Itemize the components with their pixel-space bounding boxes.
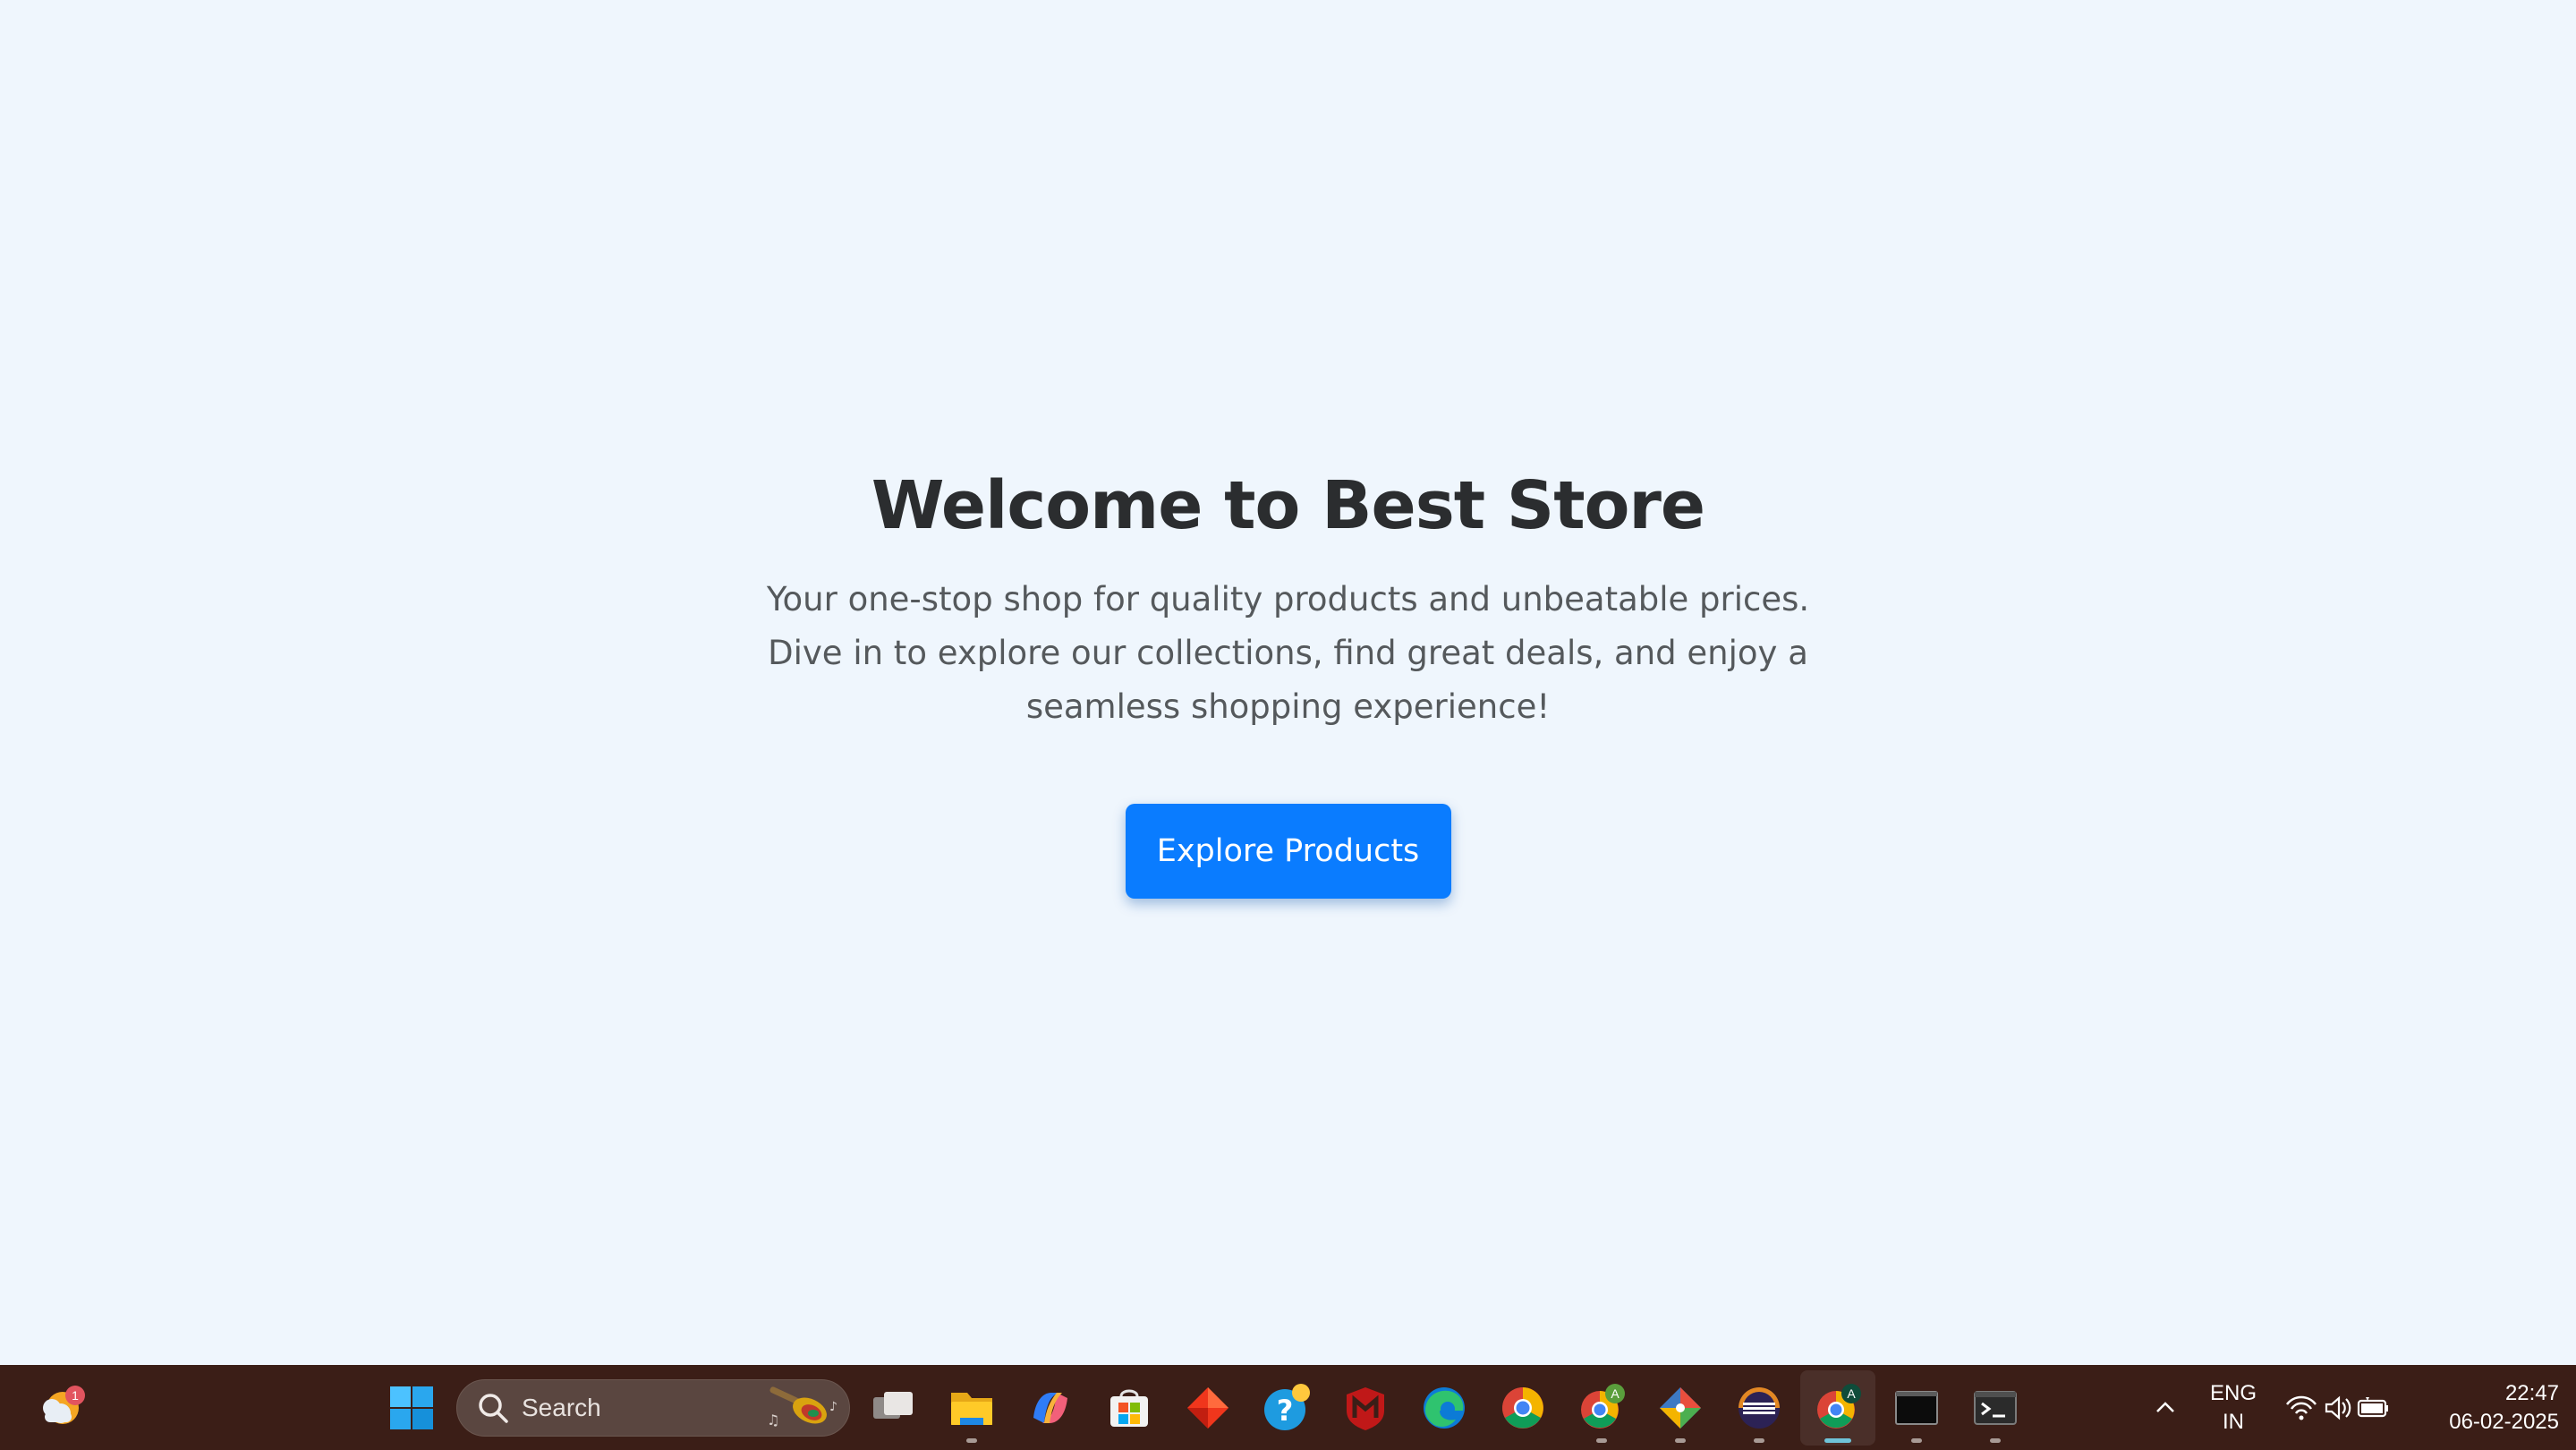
hero-description-line-3: seamless shopping experience!: [1025, 687, 1551, 726]
language-indicator[interactable]: ENG IN: [2203, 1365, 2264, 1450]
running-indicator: [1675, 1438, 1686, 1443]
command-prompt-icon: [1895, 1391, 1938, 1425]
profile-badge-letter: A: [1847, 1386, 1856, 1401]
git-button[interactable]: [1643, 1370, 1718, 1446]
clock-date: 06-02-2025: [2449, 1409, 2559, 1434]
clock-time: 22:47: [2504, 1380, 2559, 1405]
quick-settings-icons: [2286, 1395, 2388, 1420]
explore-products-button[interactable]: Explore Products: [1125, 804, 1451, 899]
hero-description-line-1: Your one-stop shop for quality products …: [766, 580, 1810, 618]
chrome-active-window-button[interactable]: A: [1800, 1370, 1875, 1446]
search-highlight-guitar-icon: ♫ ♪: [767, 1386, 837, 1429]
task-view-button[interactable]: [855, 1370, 931, 1446]
region-code: IN: [2223, 1409, 2244, 1434]
file-explorer-icon: [951, 1393, 992, 1425]
search-placeholder: Search: [522, 1394, 601, 1421]
weather-badge-count: 1: [72, 1388, 79, 1403]
copilot-button[interactable]: [1013, 1370, 1088, 1446]
clock[interactable]: 22:47 06-02-2025: [2416, 1365, 2559, 1450]
copilot-icon: [1033, 1393, 1067, 1423]
chrome-profile-active-icon: A: [1817, 1384, 1861, 1429]
show-hidden-icons-button[interactable]: [2146, 1365, 2185, 1450]
edge-icon: [1424, 1387, 1465, 1429]
language-code: ENG: [2209, 1380, 2257, 1405]
running-indicator: [1911, 1438, 1922, 1443]
chevron-up-icon: [2156, 1401, 2174, 1412]
taskbar-search-box[interactable]: Search ♫ ♪: [456, 1379, 850, 1437]
chrome-profile-button[interactable]: A: [1564, 1370, 1639, 1446]
svg-text:♪: ♪: [829, 1400, 837, 1414]
task-view-icon: [873, 1392, 913, 1419]
volume-icon: [2325, 1395, 2351, 1420]
start-button[interactable]: [374, 1370, 449, 1446]
weather-icon: 1: [43, 1385, 85, 1424]
store-landing-page: Welcome to Best Store Your one-stop shop…: [0, 0, 2576, 1365]
active-indicator: [1824, 1438, 1851, 1443]
microsoft-store-icon: [1110, 1389, 1148, 1427]
battery-icon: [2357, 1396, 2388, 1417]
mcafee-button[interactable]: [1328, 1370, 1403, 1446]
page-title: Welcome to Best Store: [871, 467, 1705, 544]
running-indicator: [1596, 1438, 1607, 1443]
running-indicator: [966, 1438, 977, 1443]
edge-button[interactable]: [1407, 1370, 1482, 1446]
hero-description-line-2: Dive in to explore our collections, find…: [768, 634, 1808, 672]
chrome-icon: [1502, 1387, 1543, 1429]
profile-badge-letter: A: [1611, 1386, 1620, 1401]
running-indicator: [1990, 1438, 2001, 1443]
mcafee-icon: [1347, 1387, 1384, 1430]
hero-section: Welcome to Best Store Your one-stop shop…: [0, 465, 2576, 899]
wifi-icon: [2286, 1395, 2317, 1420]
weather-widget[interactable]: 1: [25, 1365, 93, 1450]
get-help-button[interactable]: ?: [1249, 1370, 1324, 1446]
help-icon: ?: [1264, 1384, 1310, 1430]
hero-description: Your one-stop shop for quality products …: [761, 573, 1816, 734]
svg-text:?: ?: [1277, 1394, 1294, 1428]
search-icon: [479, 1394, 508, 1423]
microsoft-store-button[interactable]: [1092, 1370, 1167, 1446]
chrome-button[interactable]: [1485, 1370, 1560, 1446]
terminal-icon: [1974, 1391, 2017, 1425]
windows-taskbar: 1 Search ♫ ♪ ? A A ENG IN 22:47 06-02-20…: [0, 1365, 2576, 1450]
red-diamond-app-button[interactable]: [1170, 1370, 1245, 1446]
running-indicator: [1754, 1438, 1764, 1443]
windows-start-icon: [390, 1386, 433, 1429]
git-icon: [1660, 1387, 1701, 1429]
svg-text:♫: ♫: [767, 1412, 779, 1429]
quick-settings-button[interactable]: [2280, 1365, 2394, 1450]
file-explorer-button[interactable]: [934, 1370, 1009, 1446]
command-prompt-button[interactable]: [1879, 1370, 1954, 1446]
eclipse-button[interactable]: [1722, 1370, 1797, 1446]
chrome-profile-icon: A: [1581, 1384, 1625, 1429]
red-diamond-app-icon: [1187, 1387, 1228, 1429]
terminal-button[interactable]: [1958, 1370, 2033, 1446]
eclipse-icon: [1739, 1387, 1780, 1429]
